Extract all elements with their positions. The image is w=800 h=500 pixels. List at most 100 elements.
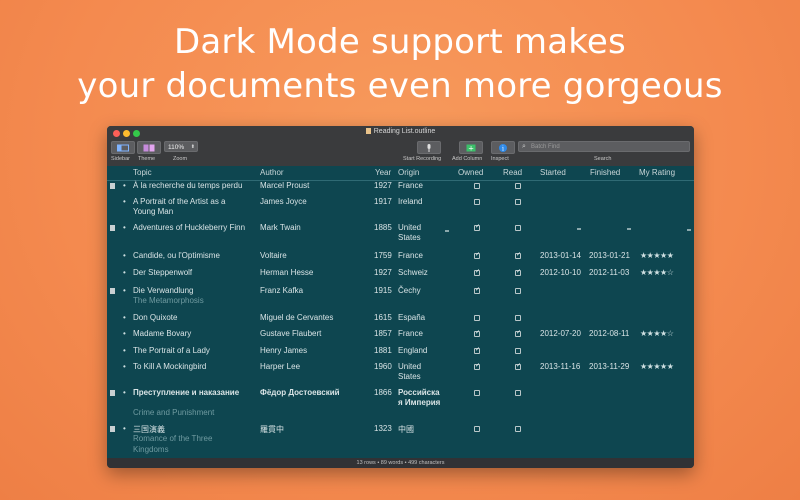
read-checkbox[interactable]	[515, 183, 521, 189]
row-bullet-icon[interactable]: •	[123, 424, 126, 433]
search-input[interactable]: ⌕ Batch Find	[518, 141, 690, 152]
cell-popup-indicator-icon[interactable]	[627, 228, 631, 230]
column-header-topic[interactable]: Topic	[133, 168, 152, 177]
read-checkbox[interactable]	[515, 315, 521, 321]
cell-popup-indicator-icon[interactable]	[687, 229, 691, 231]
started-cell: 2012-10-10	[540, 268, 581, 277]
year-cell: 1615	[374, 313, 392, 322]
row-handle-icon[interactable]	[110, 183, 115, 189]
started-cell: 2013-01-14	[540, 251, 581, 260]
year-cell: 1881	[374, 346, 392, 355]
zoom-stepper-icon[interactable]: ⬍	[191, 142, 195, 153]
window-title-text: Reading List.outline	[373, 128, 436, 135]
year-cell: 1927	[374, 268, 392, 277]
read-checkbox[interactable]	[515, 251, 521, 259]
read-checkbox[interactable]	[515, 348, 521, 354]
row-bullet-icon[interactable]: •	[123, 268, 126, 277]
row-bullet-icon[interactable]: •	[123, 181, 126, 190]
start-recording-button[interactable]	[417, 141, 441, 154]
row-bullet-icon[interactable]: •	[123, 286, 126, 295]
sidebar-button[interactable]	[111, 141, 135, 154]
year-cell: 1866	[374, 388, 392, 397]
inspect-label: Inspect	[491, 156, 509, 162]
author-cell: Herman Hesse	[260, 268, 314, 277]
read-checkbox[interactable]	[515, 390, 521, 396]
row-bullet-icon[interactable]: •	[123, 329, 126, 338]
cell-popup-indicator-icon[interactable]	[445, 230, 449, 232]
rating-stars: ★★★★★	[640, 362, 674, 371]
add-column-button[interactable]: +	[459, 141, 483, 154]
origin-cell: Ireland	[398, 197, 423, 206]
search-icon: ⌕	[522, 143, 526, 150]
owned-checkbox[interactable]	[474, 286, 480, 294]
author-cell: Henry James	[260, 346, 308, 355]
sidebar-icon	[117, 144, 129, 151]
year-cell: 1885	[374, 223, 392, 232]
rating-stars: ★★★★☆	[640, 329, 674, 338]
column-header-started[interactable]: Started	[540, 168, 566, 177]
owned-checkbox[interactable]	[474, 362, 480, 370]
owned-checkbox[interactable]	[474, 329, 480, 337]
row-bullet-icon[interactable]: •	[123, 223, 126, 232]
topic-cell: The Portrait of a Lady	[133, 346, 210, 355]
svg-text:i: i	[502, 145, 504, 152]
column-header-read[interactable]: Read	[503, 168, 522, 177]
document-icon	[365, 128, 371, 134]
column-header-year[interactable]: Year	[375, 168, 391, 177]
row-handle-icon[interactable]	[110, 225, 115, 231]
status-bar: 13 rows • 89 words • 499 characters	[107, 458, 694, 468]
column-header-owned[interactable]: Owned	[458, 168, 483, 177]
owned-checkbox[interactable]	[474, 223, 480, 231]
owned-checkbox[interactable]	[474, 346, 480, 354]
topic-cell: Adventures of Huckleberry Finn	[133, 223, 246, 232]
read-checkbox[interactable]	[515, 268, 521, 276]
rating-stars: ★★★★☆	[640, 268, 674, 277]
read-checkbox[interactable]	[515, 426, 521, 432]
origin-cell: España	[398, 313, 426, 322]
column-header-finished[interactable]: Finished	[590, 168, 620, 177]
row-bullet-icon[interactable]: •	[123, 346, 126, 355]
headline-line-2: your documents even more gorgeous	[77, 66, 723, 106]
owned-checkbox[interactable]	[474, 315, 480, 321]
origin-cell-continued: States	[398, 372, 421, 381]
author-cell: Фёдор Достоевский	[260, 388, 340, 397]
read-checkbox[interactable]	[515, 199, 521, 205]
read-checkbox[interactable]	[515, 225, 521, 231]
finished-cell: 2013-01-21	[589, 251, 630, 260]
column-header-my-rating[interactable]: My Rating	[639, 168, 675, 177]
column-header-row: Topic Author Year Origin Owned Read Star…	[107, 166, 694, 181]
author-cell: Franz Kafka	[260, 286, 304, 295]
origin-cell: France	[398, 251, 423, 260]
topic-cell: Madame Bovary	[133, 329, 192, 338]
read-checkbox[interactable]	[515, 329, 521, 337]
owned-checkbox[interactable]	[474, 268, 480, 276]
owned-checkbox[interactable]	[474, 183, 480, 189]
started-cell: 2012-07-20	[540, 329, 581, 338]
zoom-control[interactable]: 110% ⬍	[164, 141, 198, 152]
owned-checkbox[interactable]	[474, 426, 480, 432]
owned-checkbox[interactable]	[474, 199, 480, 205]
column-header-origin[interactable]: Origin	[398, 168, 419, 177]
row-handle-icon[interactable]	[110, 426, 115, 432]
topic-cell: À la recherche du temps perdu	[133, 181, 243, 190]
row-bullet-icon[interactable]: •	[123, 388, 126, 397]
column-header-author[interactable]: Author	[260, 168, 284, 177]
row-bullet-icon[interactable]: •	[123, 362, 126, 371]
inspect-button[interactable]: i	[491, 141, 515, 154]
row-bullet-icon[interactable]: •	[123, 313, 126, 322]
read-checkbox[interactable]	[515, 288, 521, 294]
read-checkbox[interactable]	[515, 362, 521, 370]
row-bullet-icon[interactable]: •	[123, 197, 126, 206]
owned-checkbox[interactable]	[474, 251, 480, 259]
owned-checkbox[interactable]	[474, 390, 480, 396]
headline-line-1: Dark Mode support makes	[174, 22, 626, 62]
topic-cell-continued: Young Man	[133, 207, 174, 216]
topic-cell: A Portrait of the Artist as a	[133, 197, 226, 206]
cell-popup-indicator-icon[interactable]	[577, 228, 581, 230]
theme-label: Theme	[138, 156, 156, 162]
started-cell: 2013-11-16	[540, 362, 581, 371]
theme-button[interactable]	[137, 141, 161, 154]
row-handle-icon[interactable]	[110, 390, 115, 396]
row-bullet-icon[interactable]: •	[123, 251, 126, 260]
row-handle-icon[interactable]	[110, 288, 115, 294]
